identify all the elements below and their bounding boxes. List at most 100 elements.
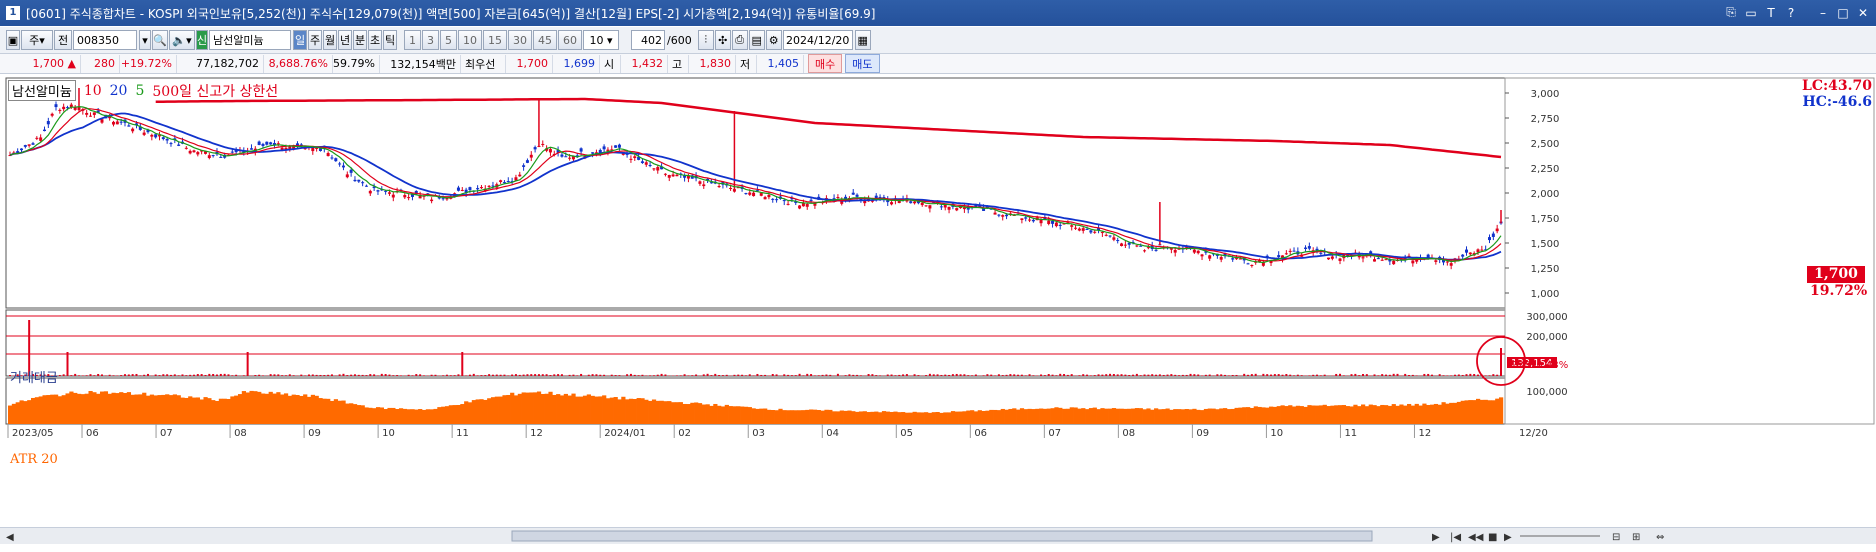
- atr-bar: [96, 393, 101, 424]
- search-icon[interactable]: 🔍: [152, 30, 168, 50]
- link-icon[interactable]: ⎘: [1722, 4, 1740, 21]
- atr-bar: [717, 405, 722, 424]
- candle-body: [836, 197, 840, 199]
- candle-type-icon[interactable]: ⫶: [697, 30, 714, 50]
- interval-button[interactable]: 5: [440, 30, 457, 50]
- interval-button[interactable]: 30: [508, 30, 532, 50]
- restore-panel-icon[interactable]: ▭: [1742, 4, 1760, 21]
- maximize-icon[interactable]: □: [1834, 4, 1852, 21]
- layout-icon[interactable]: ▣: [6, 30, 20, 50]
- atr-bar: [858, 411, 864, 424]
- volume-bar: [185, 375, 188, 376]
- sound-icon[interactable]: 🔈▾: [169, 30, 195, 50]
- calendar-icon[interactable]: ▦: [854, 30, 871, 50]
- date-input[interactable]: 2024/12/20: [782, 30, 853, 50]
- volume-bar: [875, 375, 878, 376]
- scroll-left-icon[interactable]: ◀: [6, 532, 14, 543]
- minimize-icon[interactable]: –: [1814, 4, 1832, 21]
- sell-button[interactable]: 매도: [845, 54, 880, 73]
- buy-button[interactable]: 매수: [808, 54, 843, 73]
- period-tab[interactable]: 년: [338, 30, 352, 50]
- interval-button[interactable]: 10: [458, 30, 482, 50]
- atr-bar: [824, 409, 829, 424]
- volume-bar: [1469, 373, 1472, 376]
- scrollbar-controls[interactable]: ◀ ▶ |◀ ◀◀ ■ ▶ ⊟ ⊞ ⇔: [0, 528, 1876, 544]
- first-page-icon[interactable]: |◀: [1450, 532, 1461, 543]
- volume-bar: [951, 374, 954, 376]
- volume-bar: [127, 374, 130, 376]
- print-icon[interactable]: ⎙: [731, 30, 748, 50]
- volume-bar: [77, 375, 80, 376]
- x-last-label: 12/20: [1519, 428, 1548, 439]
- chart-scrollbar[interactable]: ◀ ▶ |◀ ◀◀ ■ ▶ ⊟ ⊞ ⇔: [0, 527, 1876, 544]
- volume-bar: [1377, 375, 1380, 376]
- volume-bar: [1262, 373, 1265, 376]
- market-select[interactable]: 주 ▾: [21, 30, 53, 50]
- volume-bar: [1193, 374, 1196, 376]
- interval-button[interactable]: 60: [558, 30, 582, 50]
- atr-bar: [53, 394, 59, 424]
- prev-page-icon[interactable]: ◀◀: [1468, 532, 1484, 543]
- volume-bar: [146, 373, 149, 376]
- period-tab[interactable]: 월: [323, 30, 337, 50]
- zoom-in-icon[interactable]: ⊞: [1632, 532, 1640, 543]
- atr-bar: [1495, 398, 1500, 424]
- volume-bar: [894, 375, 897, 376]
- price-chart[interactable]: 3,000 2,750 2,500 2,250 2,000 1,750 1,500 1,250…: [0, 75, 1876, 537]
- volume-bar: [603, 374, 606, 376]
- scrollbar-thumb[interactable]: [511, 530, 1373, 542]
- atr-bar: [27, 400, 32, 424]
- next-page-icon[interactable]: ▶: [1504, 532, 1512, 543]
- interval-button[interactable]: 1: [404, 30, 421, 50]
- interval-button[interactable]: 45: [533, 30, 557, 50]
- candle-body: [702, 184, 706, 187]
- period-tab[interactable]: 틱: [383, 30, 397, 50]
- scroll-right-icon[interactable]: ▶: [1432, 532, 1440, 543]
- atr-bar: [981, 410, 986, 424]
- settings-icon[interactable]: ⚙: [765, 30, 782, 50]
- pause-icon[interactable]: ■: [1488, 532, 1497, 543]
- volume-bar: [292, 375, 295, 376]
- interval-button[interactable]: 3: [422, 30, 439, 50]
- legend-ma20: 20: [109, 82, 128, 99]
- help-icon[interactable]: ?: [1782, 4, 1800, 21]
- crosshair-icon[interactable]: ✣: [714, 30, 731, 50]
- interval-button[interactable]: 15: [483, 30, 507, 50]
- candle-body: [1480, 249, 1484, 251]
- volume-bar: [189, 374, 192, 376]
- period-tab[interactable]: 주: [308, 30, 322, 50]
- code-dropdown-icon[interactable]: ▾: [139, 30, 151, 50]
- candle-body: [23, 145, 27, 147]
- zoom-out-icon[interactable]: ⊟: [1612, 532, 1620, 543]
- close-icon[interactable]: ✕: [1854, 4, 1872, 21]
- prev-button[interactable]: 전: [54, 30, 72, 50]
- volume-bar: [154, 374, 157, 376]
- price-tick-label: 2,500: [1531, 139, 1560, 150]
- volume-bar: [549, 375, 552, 376]
- period-tab[interactable]: 초: [368, 30, 382, 50]
- chart-area[interactable]: 3,000 2,750 2,500 2,250 2,000 1,750 1,500 1,250…: [0, 75, 1876, 537]
- atr-bar: [1418, 405, 1423, 424]
- font-size-icon[interactable]: T: [1762, 4, 1780, 21]
- x-tick-label: 11: [456, 428, 469, 439]
- atr-bar: [303, 394, 308, 424]
- volume-bar: [545, 374, 548, 376]
- interval-select[interactable]: 10 ▾: [583, 30, 619, 50]
- period-tab[interactable]: 분: [353, 30, 367, 50]
- fit-icon[interactable]: ⇔: [1656, 532, 1664, 543]
- atr-bar: [345, 403, 350, 424]
- volume-bar: [557, 374, 560, 376]
- volume-bar: [1427, 373, 1430, 376]
- candle-body: [629, 158, 633, 160]
- stock-code-input[interactable]: 008350: [73, 30, 137, 50]
- volume-bar: [361, 374, 364, 376]
- count-input[interactable]: 402: [631, 30, 665, 50]
- atr-bar: [1460, 400, 1465, 424]
- save-icon[interactable]: ▤: [748, 30, 765, 50]
- atr-bar: [655, 400, 660, 424]
- candle-body: [85, 112, 89, 115]
- atr-bar: [372, 408, 377, 424]
- candle-body: [265, 141, 269, 145]
- period-tab[interactable]: 일: [293, 30, 307, 50]
- candle-body: [939, 206, 943, 208]
